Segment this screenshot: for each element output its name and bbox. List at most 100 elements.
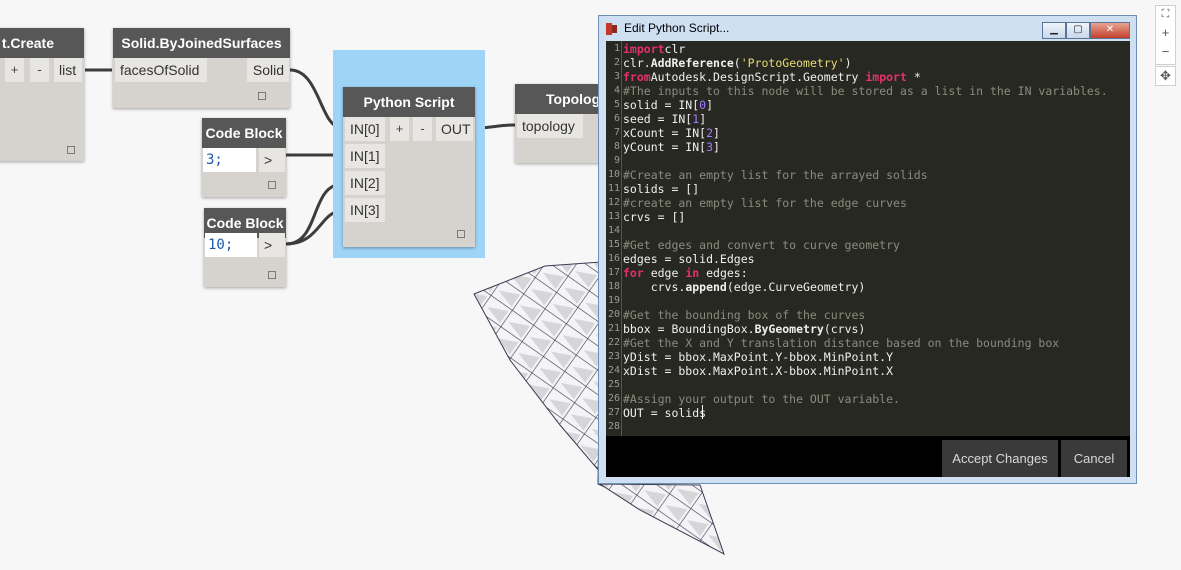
line-number: 15 bbox=[607, 239, 620, 250]
input-port-topology[interactable]: topology bbox=[517, 114, 583, 138]
code-line[interactable]: 12 #create an empty list for the edge cur… bbox=[606, 196, 1130, 210]
input-port-in2[interactable]: IN[2] bbox=[345, 171, 385, 195]
code-line[interactable]: 28 bbox=[606, 420, 1130, 434]
code-text: fromAutodesk.DesignScript.Geometry impor… bbox=[623, 70, 921, 84]
input-port-in0[interactable]: IN[0] bbox=[345, 117, 385, 141]
fit-view-icon[interactable]: ⛶ bbox=[1156, 6, 1175, 23]
accept-changes-button[interactable]: Accept Changes bbox=[942, 440, 1058, 477]
topology-node[interactable]: Topolog topology bbox=[515, 84, 605, 163]
code-line[interactable]: 15 #Get edges and convert to curve geomet… bbox=[606, 238, 1130, 252]
graph-canvas[interactable]: t.Create + - list Solid.ByJoinedSurfaces… bbox=[0, 0, 1181, 570]
code-text: #Get edges and convert to curve geometry bbox=[623, 238, 900, 252]
code-text: crvs = [] bbox=[623, 210, 686, 224]
solid-by-joined-surfaces-node[interactable]: Solid.ByJoinedSurfaces facesOfSolid Soli… bbox=[113, 28, 290, 108]
code-line[interactable]: 21 bbox = BoundingBox.ByGeometry(crvs) bbox=[606, 322, 1130, 336]
code-text: edges = solid.Edges bbox=[623, 252, 755, 266]
output-port[interactable]: > bbox=[259, 233, 285, 257]
code-line[interactable]: 22 #Get the X and Y translation distance … bbox=[606, 336, 1130, 350]
line-number: 27 bbox=[607, 407, 620, 418]
zoom-in-icon[interactable]: + bbox=[1156, 23, 1175, 42]
code-block-editor[interactable]: 10; bbox=[205, 233, 257, 257]
code-line[interactable]: 6 seed = IN[1] bbox=[606, 112, 1130, 126]
input-port-faces-of-solid[interactable]: facesOfSolid bbox=[115, 58, 207, 82]
code-block-editor[interactable]: 3; bbox=[203, 148, 256, 172]
code-line[interactable]: 26 #Assign your output to the OUT variabl… bbox=[606, 392, 1130, 406]
code-text: #The inputs to this node will be stored … bbox=[623, 84, 1108, 98]
output-port[interactable]: > bbox=[259, 148, 285, 172]
maximize-button[interactable]: ▢ bbox=[1066, 22, 1090, 39]
line-number: 2 bbox=[613, 57, 620, 68]
zoom-controls: ⛶ + − bbox=[1155, 5, 1176, 65]
code-line[interactable]: 19 bbox=[606, 294, 1130, 308]
remove-input-button[interactable]: - bbox=[30, 58, 49, 82]
cancel-button[interactable]: Cancel bbox=[1061, 440, 1127, 477]
node-title: Code Block bbox=[202, 118, 286, 148]
resize-handle[interactable] bbox=[268, 271, 276, 279]
output-port-list[interactable]: list bbox=[54, 58, 82, 82]
code-text: #Get the X and Y translation distance ba… bbox=[623, 336, 1060, 350]
add-input-button[interactable]: + bbox=[390, 117, 409, 141]
add-input-button[interactable]: + bbox=[5, 58, 24, 82]
line-number: 28 bbox=[607, 421, 620, 432]
line-number: 3 bbox=[613, 71, 620, 82]
code-line[interactable]: 5 solid = IN[0] bbox=[606, 98, 1130, 112]
input-port-in1[interactable]: IN[1] bbox=[345, 144, 385, 168]
code-text: crvs.append(edge.CurveGeometry) bbox=[623, 280, 866, 294]
resize-handle[interactable] bbox=[268, 181, 276, 189]
code-editor[interactable]: 1 importclr 2 clr.AddReference('ProtoGeomet… bbox=[606, 41, 1130, 436]
python-script-node[interactable]: Python Script IN[0] + - OUT IN[1] IN[2] … bbox=[343, 87, 475, 247]
line-number: 13 bbox=[607, 211, 620, 222]
code-line[interactable]: 7 xCount = IN[2] bbox=[606, 126, 1130, 140]
list-create-node[interactable]: t.Create + - list bbox=[0, 28, 84, 161]
resize-handle[interactable] bbox=[457, 230, 465, 238]
code-line[interactable]: 13 crvs = [] bbox=[606, 210, 1130, 224]
output-port-out[interactable]: OUT bbox=[436, 117, 473, 141]
code-line[interactable]: 17 for edge in edges: bbox=[606, 266, 1130, 280]
close-button[interactable]: ✕ bbox=[1090, 22, 1130, 39]
line-number: 10 bbox=[607, 169, 620, 180]
minimize-button[interactable]: ▁ bbox=[1042, 22, 1066, 39]
dialog-footer: Accept Changes Cancel bbox=[606, 436, 1130, 477]
code-text: xDist = bbox.MaxPoint.X-bbox.MinPoint.X bbox=[623, 364, 894, 378]
node-title: Topolog bbox=[515, 84, 605, 114]
code-line[interactable]: 25 bbox=[606, 378, 1130, 392]
python-editor-dialog[interactable]: Edit Python Script... ▁ ▢ ✕ 1 importclr 2 c… bbox=[598, 15, 1137, 484]
code-text: #Assign your output to the OUT variable. bbox=[623, 392, 900, 406]
code-line[interactable]: 24 xDist = bbox.MaxPoint.X-bbox.MinPoint.… bbox=[606, 364, 1130, 378]
line-number: 6 bbox=[613, 113, 620, 124]
code-line[interactable]: 27 OUT = solids bbox=[606, 406, 1130, 420]
code-line[interactable]: 14 bbox=[606, 224, 1130, 238]
output-port-solid[interactable]: Solid bbox=[247, 58, 289, 82]
pan-icon[interactable]: ✥ bbox=[1156, 67, 1175, 85]
code-line[interactable]: 20 #Get the bounding box of the curves bbox=[606, 308, 1130, 322]
code-block-node-1[interactable]: Code Block 3; > bbox=[202, 118, 286, 197]
resize-handle[interactable] bbox=[67, 146, 75, 154]
code-line[interactable]: 23 yDist = bbox.MaxPoint.Y-bbox.MinPoint.… bbox=[606, 350, 1130, 364]
code-line[interactable]: 10 #Create an empty list for the arrayed … bbox=[606, 168, 1130, 182]
line-number: 26 bbox=[607, 393, 620, 404]
code-line[interactable]: 11 solids = [] bbox=[606, 182, 1130, 196]
code-text: #Get the bounding box of the curves bbox=[623, 308, 866, 322]
line-number: 22 bbox=[607, 337, 620, 348]
code-line[interactable]: 1 importclr bbox=[606, 42, 1130, 56]
dialog-titlebar[interactable]: Edit Python Script... ▁ ▢ ✕ bbox=[599, 16, 1136, 41]
remove-input-button[interactable]: - bbox=[413, 117, 432, 141]
input-port-in3[interactable]: IN[3] bbox=[345, 198, 385, 222]
zoom-out-icon[interactable]: − bbox=[1156, 42, 1175, 61]
line-number: 8 bbox=[613, 141, 620, 152]
code-text: clr.AddReference('ProtoGeometry') bbox=[623, 56, 852, 70]
code-line[interactable]: 3 fromAutodesk.DesignScript.Geometry impo… bbox=[606, 70, 1130, 84]
line-number: 16 bbox=[607, 253, 620, 264]
code-line[interactable]: 4 #The inputs to this node will be stored… bbox=[606, 84, 1130, 98]
code-text: solids = [] bbox=[623, 182, 700, 196]
resize-handle[interactable] bbox=[258, 92, 266, 100]
code-line[interactable]: 8 yCount = IN[3] bbox=[606, 140, 1130, 154]
code-line[interactable]: 18 crvs.append(edge.CurveGeometry) bbox=[606, 280, 1130, 294]
code-block-node-2[interactable]: Code Block 10; > bbox=[204, 208, 286, 287]
line-number: 24 bbox=[607, 365, 620, 376]
dynamo-app-icon bbox=[606, 23, 617, 35]
code-line[interactable]: 16 edges = solid.Edges bbox=[606, 252, 1130, 266]
code-line[interactable]: 2 clr.AddReference('ProtoGeometry') bbox=[606, 56, 1130, 70]
text-cursor bbox=[702, 405, 703, 419]
code-line[interactable]: 9 bbox=[606, 154, 1130, 168]
